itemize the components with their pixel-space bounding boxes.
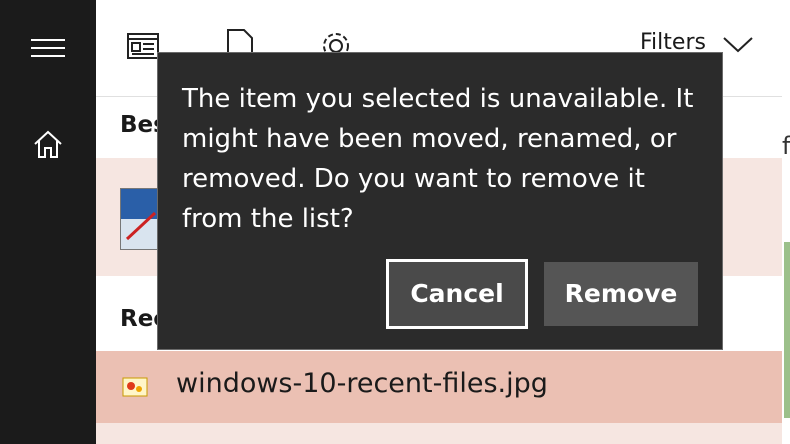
- chevron-down-icon: [723, 37, 753, 53]
- home-icon[interactable]: [31, 128, 65, 162]
- recent-file-row[interactable]: windows-10-recent-files.jpg: [96, 351, 784, 423]
- cancel-button[interactable]: Cancel: [386, 259, 528, 329]
- results-lower-area: [96, 423, 790, 444]
- dialog-message: The item you selected is unavailable. It…: [182, 84, 694, 234]
- image-file-icon: [122, 377, 148, 397]
- remove-button[interactable]: Remove: [544, 262, 698, 326]
- sidebar: [0, 0, 96, 444]
- right-edge-partial-text: f: [782, 132, 790, 160]
- right-edge-image: [784, 242, 790, 418]
- unavailable-item-dialog: The item you selected is unavailable. It…: [157, 52, 723, 350]
- recent-file-name: windows-10-recent-files.jpg: [176, 368, 548, 399]
- hamburger-icon[interactable]: [31, 39, 65, 59]
- best-match-thumbnail: [120, 188, 162, 250]
